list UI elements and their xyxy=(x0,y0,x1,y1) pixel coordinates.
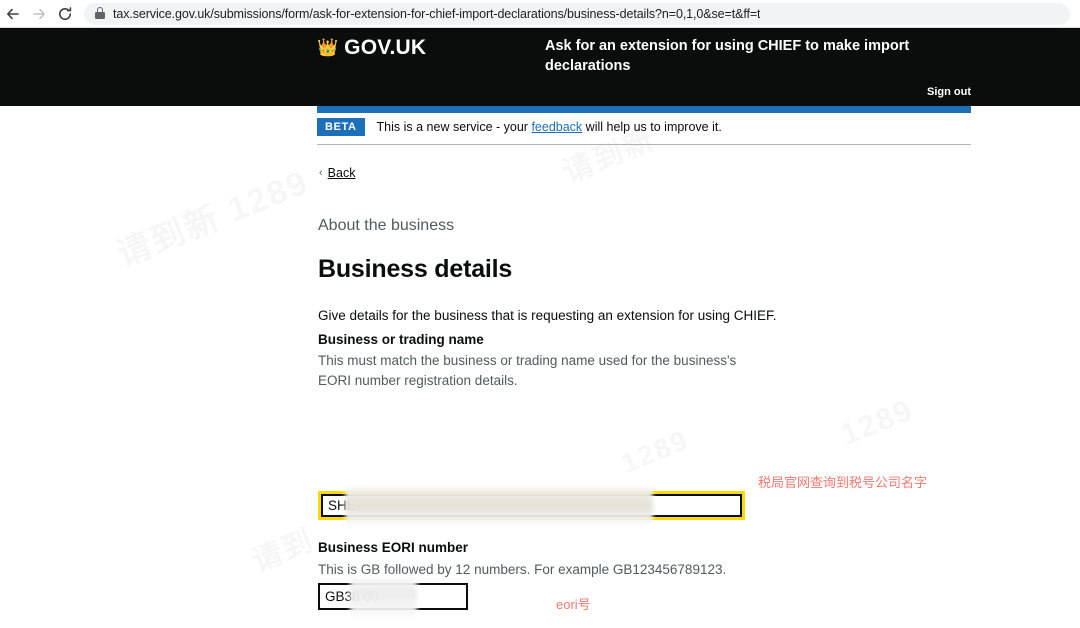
phase-banner-divider xyxy=(317,144,971,145)
phase-text-after: will help us to improve it. xyxy=(582,120,722,135)
back-link-label: Back xyxy=(327,166,356,180)
background-watermark: 1289 xyxy=(617,424,694,480)
screenshot-root: tax.service.gov.uk/submissions/form/ask-… xyxy=(0,0,1080,628)
reload-icon[interactable] xyxy=(52,1,78,27)
background-watermark: 请到新 1289 xyxy=(108,155,315,277)
forward-arrow-icon[interactable] xyxy=(26,1,52,27)
phase-text-before: This is a new service - your xyxy=(376,120,532,135)
business-name-label: Business or trading name xyxy=(318,332,484,347)
beta-tag: BETA xyxy=(317,118,365,137)
lock-icon xyxy=(94,7,105,20)
business-name-input[interactable]: SHE xyxy=(318,491,745,520)
toolbar-divider xyxy=(0,27,1080,28)
feedback-link[interactable]: feedback xyxy=(531,120,582,134)
url-text: tax.service.gov.uk/submissions/form/ask-… xyxy=(113,6,761,21)
intro-paragraph: Give details for the business that is re… xyxy=(318,307,777,323)
sign-out-link[interactable]: Sign out xyxy=(927,86,971,98)
govuk-logo[interactable]: 👑 GOV.UK xyxy=(317,36,426,60)
background-watermark: 1289 xyxy=(836,393,918,453)
browser-toolbar: tax.service.gov.uk/submissions/form/ask-… xyxy=(0,0,1080,27)
back-arrow-icon[interactable] xyxy=(0,1,26,27)
eori-hint: This is GB followed by 12 numbers. For e… xyxy=(318,562,727,577)
address-bar[interactable]: tax.service.gov.uk/submissions/form/ask-… xyxy=(84,2,1070,25)
service-name: Ask for an extension for using CHIEF to … xyxy=(545,38,910,74)
phase-banner: BETA This is a new service - your feedba… xyxy=(317,118,971,137)
annotation-eori: eori号 xyxy=(556,597,591,612)
eori-input[interactable]: GB38 00 xyxy=(318,583,468,610)
chevron-left-icon: ‹ xyxy=(319,167,323,179)
background-watermark: 请到 xyxy=(244,516,320,581)
business-name-hint: This must match the business or trading … xyxy=(318,353,737,388)
eori-value: GB38 00 xyxy=(325,589,379,604)
eori-label: Business EORI number xyxy=(318,540,469,555)
govuk-brand-text: GOV.UK xyxy=(344,36,427,59)
page-title: Business details xyxy=(318,254,513,283)
annotation-business-name: 税局官网查询到税号公司名字 xyxy=(758,475,928,490)
business-name-value: SHE xyxy=(328,498,356,513)
page-caption: About the business xyxy=(318,217,455,234)
back-link[interactable]: ‹ Back xyxy=(319,166,355,180)
phase-bar xyxy=(317,106,971,113)
crown-icon: 👑 xyxy=(317,37,339,57)
phase-banner-text: This is a new service - your feedback wi… xyxy=(377,120,722,134)
govuk-header: 👑 GOV.UK Ask for an extension for using … xyxy=(0,28,1080,106)
page-body: 请到新 1289 请到新 1289 请到 1289 BETA This is a… xyxy=(0,106,1080,628)
